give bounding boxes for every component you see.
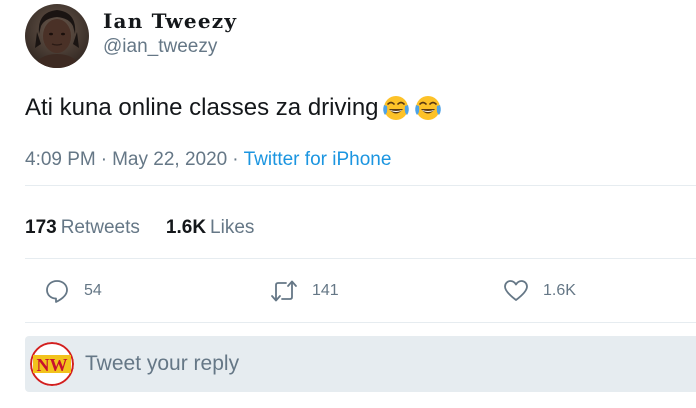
meta-separator: · (232, 149, 239, 170)
heart-icon (504, 280, 528, 301)
tweet-date[interactable]: May 22, 2020 (112, 149, 227, 170)
face-with-tears-of-joy-icon (414, 96, 441, 120)
avatar[interactable] (25, 4, 89, 68)
tweet-meta: 4:09 PM · May 22, 2020 · Twitter for iPhone (25, 149, 391, 171)
retweet-count: 141 (312, 282, 339, 299)
likes-label: Likes (210, 217, 255, 238)
face-with-tears-of-joy-icon (382, 96, 409, 120)
retweets-stat[interactable]: 173 Retweets (25, 217, 140, 239)
retweets-label: Retweets (60, 217, 140, 238)
display-name[interactable]: Ian Tweezy (103, 11, 237, 31)
user-handle[interactable]: @ian_tweezy (103, 37, 237, 56)
divider (25, 185, 696, 186)
retweets-count: 173 (25, 217, 57, 238)
profile-photo-icon (25, 4, 89, 68)
tweet-time[interactable]: 4:09 PM (25, 149, 96, 170)
like-count: 1.6K (543, 282, 576, 299)
tweet-detail-page: Ian Tweezy @ian_tweezy Ati kuna online c… (0, 0, 696, 408)
likes-count: 1.6K (165, 217, 207, 238)
divider (25, 322, 696, 323)
tweet-stats: 173 Retweets 1.6K Likes (25, 217, 280, 239)
tweet-text: Ati kuna online classes za driving (25, 93, 443, 123)
reply-input[interactable]: Tweet your reply (85, 352, 239, 376)
nw-logo-icon: NW (30, 342, 74, 386)
retweet-icon (271, 280, 297, 302)
reply-action[interactable]: 54 (44, 278, 102, 304)
user-names: Ian Tweezy @ian_tweezy (103, 11, 237, 56)
tweet-source[interactable]: Twitter for iPhone (244, 149, 392, 170)
meta-separator: · (100, 149, 108, 170)
reply-avatar: NW (30, 342, 74, 386)
reply-composer[interactable]: NW Tweet your reply (25, 336, 696, 392)
tweet-header: Ian Tweezy @ian_tweezy (25, 0, 237, 70)
divider (25, 258, 696, 259)
tweet-text-content: Ati kuna online classes za driving (25, 94, 379, 121)
reply-icon (46, 280, 68, 303)
reply-count: 54 (84, 282, 102, 299)
likes-stat[interactable]: 1.6K Likes (166, 217, 255, 239)
nw-logo-text: NW (37, 355, 68, 375)
retweet-action[interactable]: 141 (270, 278, 339, 304)
like-action[interactable]: 1.6K (503, 278, 576, 304)
